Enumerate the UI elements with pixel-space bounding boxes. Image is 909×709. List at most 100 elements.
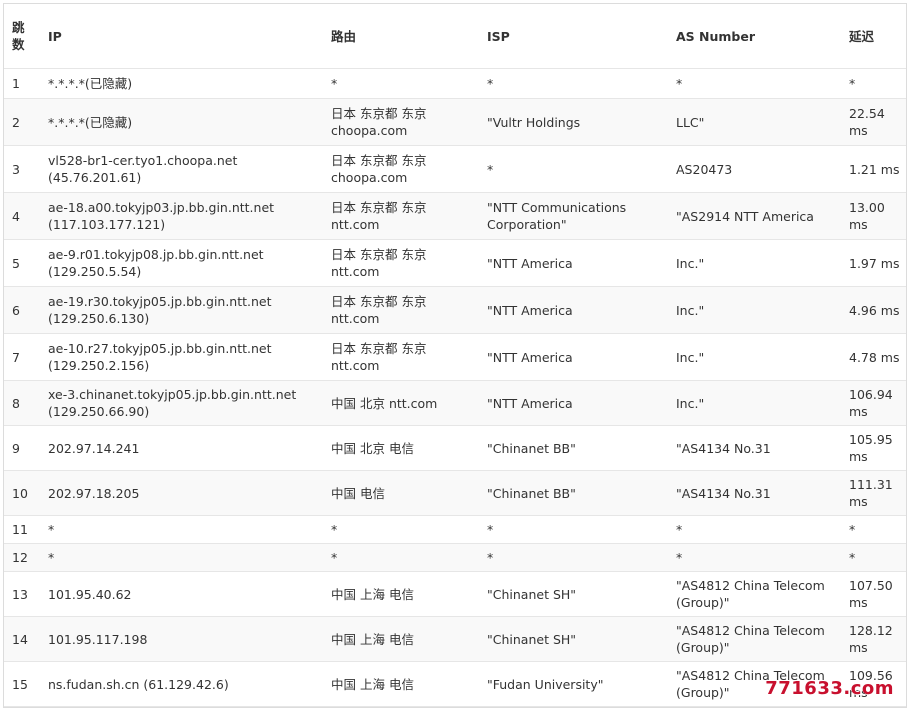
- table-row: 4 ae-18.a00.tokyjp03.jp.bb.gin.ntt.net (1…: [4, 192, 906, 240]
- column-header-latency: 延迟: [841, 4, 906, 69]
- cell-route: 日本 东京都 东京 ntt.com: [323, 239, 479, 287]
- cell-route: *: [323, 543, 479, 572]
- cell-hop: 6: [4, 286, 40, 334]
- cell-latency: 107.50 ms: [841, 571, 906, 617]
- cell-latency: 128.12 ms: [841, 616, 906, 662]
- cell-hop: 3: [4, 145, 40, 193]
- column-header-route: 路由: [323, 4, 479, 69]
- cell-hop: 14: [4, 616, 40, 662]
- cell-isp: *: [479, 515, 668, 544]
- cell-as-number: "AS4134 No.31: [668, 425, 841, 471]
- cell-as-number: *: [668, 515, 841, 544]
- cell-as-number: Inc.": [668, 286, 841, 334]
- cell-isp: *: [479, 543, 668, 572]
- cell-isp: "Chinanet SH": [479, 571, 668, 617]
- cell-latency: 105.95 ms: [841, 425, 906, 471]
- cell-ip: ae-9.r01.tokyjp08.jp.bb.gin.ntt.net (129…: [40, 239, 323, 287]
- cell-hop: 4: [4, 192, 40, 240]
- cell-as-number: LLC": [668, 98, 841, 146]
- cell-isp: "NTT Communications Corporation": [479, 192, 668, 240]
- cell-ip: *: [40, 543, 323, 572]
- cell-as-number: Inc.": [668, 333, 841, 381]
- cell-as-number: "AS4812 China Telecom (Group)": [668, 616, 841, 662]
- cell-ip: 202.97.14.241: [40, 425, 323, 471]
- table-row: 5 ae-9.r01.tokyjp08.jp.bb.gin.ntt.net (12…: [4, 239, 906, 287]
- cell-route: 日本 东京都 东京 choopa.com: [323, 98, 479, 146]
- cell-as-number: Inc.": [668, 380, 841, 426]
- cell-latency: 4.78 ms: [841, 333, 906, 381]
- cell-isp: "Chinanet SH": [479, 616, 668, 662]
- table-row: 7 ae-10.r27.tokyjp05.jp.bb.gin.ntt.net (1…: [4, 333, 906, 381]
- cell-latency: 111.31 ms: [841, 470, 906, 516]
- cell-route: 日本 东京都 东京 choopa.com: [323, 145, 479, 193]
- table-row: 8 xe-3.chinanet.tokyjp05.jp.bb.gin.ntt.ne…: [4, 380, 906, 426]
- cell-isp: "Fudan University": [479, 661, 668, 707]
- cell-hop: 5: [4, 239, 40, 287]
- table-header-row: 跳数 IP 路由 ISP AS Number 延迟: [4, 4, 906, 69]
- cell-latency: 13.00 ms: [841, 192, 906, 240]
- table-body: 1 *.*.*.*(已隐藏) * * * * 2 *.*.*.*(已隐藏) 日本 东京都 东京 …: [4, 68, 906, 707]
- cell-latency: *: [841, 515, 906, 544]
- column-header-hop: 跳数: [4, 4, 40, 69]
- cell-route: 中国 电信: [323, 470, 479, 516]
- cell-as-number: *: [668, 543, 841, 572]
- cell-ip: *.*.*.*(已隐藏): [40, 68, 323, 99]
- cell-hop: 9: [4, 425, 40, 471]
- cell-hop: 15: [4, 661, 40, 707]
- column-header-isp: ISP: [479, 4, 668, 69]
- cell-hop: 2: [4, 98, 40, 146]
- cell-ip: 202.97.18.205: [40, 470, 323, 516]
- table-row: 6 ae-19.r30.tokyjp05.jp.bb.gin.ntt.net (1…: [4, 286, 906, 334]
- cell-latency: 1.97 ms: [841, 239, 906, 287]
- cell-isp: "NTT America: [479, 333, 668, 381]
- cell-isp: "NTT America: [479, 286, 668, 334]
- traceroute-table: 跳数 IP 路由 ISP AS Number 延迟 1 *.*.*.*(已隐藏) *…: [4, 4, 906, 707]
- cell-ip: vl528-br1-cer.tyo1.choopa.net (45.76.201…: [40, 145, 323, 193]
- cell-as-number: "AS4812 China Telecom (Group)": [668, 571, 841, 617]
- traceroute-table-container: 跳数 IP 路由 ISP AS Number 延迟 1 *.*.*.*(已隐藏) *…: [3, 3, 907, 708]
- cell-as-number: "AS4134 No.31: [668, 470, 841, 516]
- cell-route: 中国 北京 电信: [323, 425, 479, 471]
- column-header-ip: IP: [40, 4, 323, 69]
- cell-route: 中国 上海 电信: [323, 571, 479, 617]
- cell-as-number: AS20473: [668, 145, 841, 193]
- cell-hop: 11: [4, 515, 40, 544]
- cell-as-number: "AS2914 NTT America: [668, 192, 841, 240]
- table-row: 10 202.97.18.205 中国 电信 "Chinanet BB" "AS4134…: [4, 470, 906, 516]
- table-row: 3 vl528-br1-cer.tyo1.choopa.net (45.76.20…: [4, 145, 906, 193]
- cell-isp: "NTT America: [479, 239, 668, 287]
- table-row: 13 101.95.40.62 中国 上海 电信 "Chinanet SH" "AS48…: [4, 571, 906, 617]
- cell-hop: 1: [4, 68, 40, 99]
- cell-hop: 10: [4, 470, 40, 516]
- column-header-as-number: AS Number: [668, 4, 841, 69]
- cell-route: 中国 北京 ntt.com: [323, 380, 479, 426]
- cell-as-number: Inc.": [668, 239, 841, 287]
- cell-ip: 101.95.40.62: [40, 571, 323, 617]
- cell-ip: *.*.*.*(已隐藏): [40, 98, 323, 146]
- cell-ip: ae-19.r30.tokyjp05.jp.bb.gin.ntt.net (12…: [40, 286, 323, 334]
- cell-latency: *: [841, 543, 906, 572]
- cell-isp: "NTT America: [479, 380, 668, 426]
- cell-route: 中国 上海 电信: [323, 616, 479, 662]
- cell-latency: 1.21 ms: [841, 145, 906, 193]
- cell-route: 日本 东京都 东京 ntt.com: [323, 333, 479, 381]
- table-row: 9 202.97.14.241 中国 北京 电信 "Chinanet BB" "AS41…: [4, 425, 906, 471]
- table-row: 11 * * * * *: [4, 515, 906, 544]
- cell-isp: *: [479, 145, 668, 193]
- cell-latency: 4.96 ms: [841, 286, 906, 334]
- cell-route: 日本 东京都 东京 ntt.com: [323, 286, 479, 334]
- table-row: 12 * * * * *: [4, 543, 906, 572]
- cell-hop: 7: [4, 333, 40, 381]
- cell-ip: *: [40, 515, 323, 544]
- cell-latency: 22.54 ms: [841, 98, 906, 146]
- table-row: 14 101.95.117.198 中国 上海 电信 "Chinanet SH" "AS…: [4, 616, 906, 662]
- cell-isp: "Chinanet BB": [479, 425, 668, 471]
- cell-latency: *: [841, 68, 906, 99]
- cell-as-number: *: [668, 68, 841, 99]
- cell-route: *: [323, 68, 479, 99]
- cell-ip: ns.fudan.sh.cn (61.129.42.6): [40, 661, 323, 707]
- cell-ip: ae-10.r27.tokyjp05.jp.bb.gin.ntt.net (12…: [40, 333, 323, 381]
- cell-route: 中国 上海 电信: [323, 661, 479, 707]
- cell-hop: 13: [4, 571, 40, 617]
- cell-hop: 12: [4, 543, 40, 572]
